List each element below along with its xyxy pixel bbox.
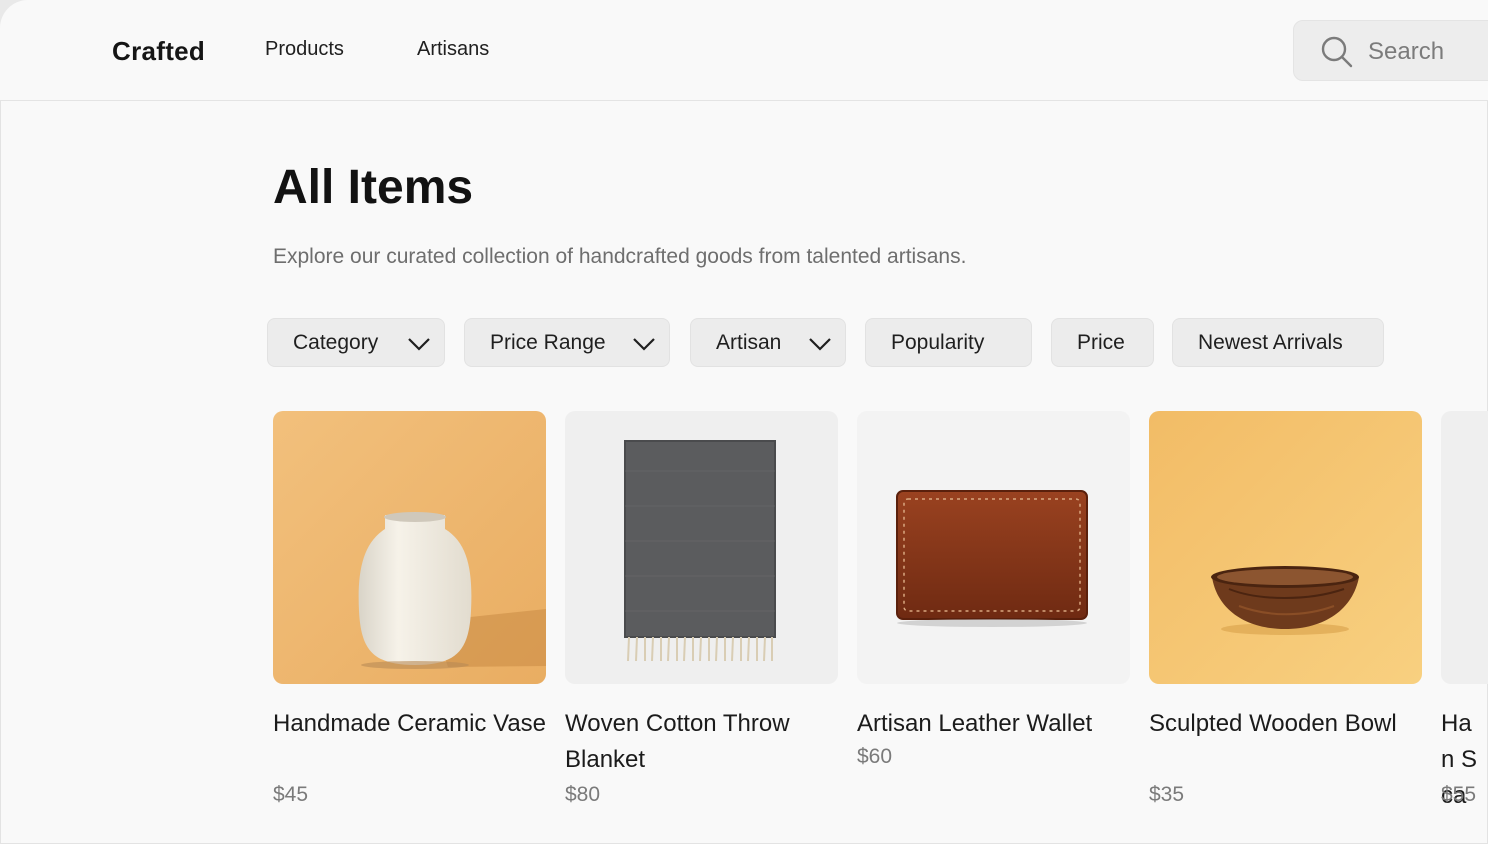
page-subtitle: Explore our curated collection of handcr… bbox=[273, 245, 967, 268]
product-name[interactable]: Woven Cotton Throw Blanket bbox=[565, 706, 845, 778]
sort-popularity[interactable]: Popularity bbox=[865, 318, 1032, 367]
product-name[interactable]: Handmade Ceramic Vase bbox=[273, 706, 553, 742]
vase-image[interactable] bbox=[273, 411, 546, 684]
brand-logo[interactable]: Crafted bbox=[112, 36, 205, 67]
blanket-image[interactable] bbox=[565, 411, 838, 684]
filter-price-range[interactable]: Price Range bbox=[464, 318, 670, 367]
product-price: $35 bbox=[1149, 783, 1185, 806]
product-card[interactable]: Han Sca $55 bbox=[1441, 411, 1488, 831]
product-price: $60 bbox=[857, 745, 893, 768]
filter-label: Price bbox=[1077, 331, 1125, 354]
top-navigation: Crafted Products Artisans Search bbox=[0, 0, 1488, 101]
sort-price[interactable]: Price bbox=[1051, 318, 1154, 367]
filter-label: Artisan bbox=[716, 331, 782, 354]
search-icon bbox=[1321, 36, 1353, 68]
bowl-image[interactable] bbox=[1149, 411, 1422, 684]
product-name[interactable]: Sculpted Wooden Bowl bbox=[1149, 706, 1429, 742]
chevron-down-icon bbox=[809, 338, 831, 351]
filter-label: Popularity bbox=[891, 331, 985, 354]
app-window: Crafted Products Artisans Search All Ite… bbox=[0, 0, 1488, 844]
scarf-image[interactable] bbox=[1441, 411, 1488, 684]
wallet-image[interactable] bbox=[857, 411, 1130, 684]
search-bar[interactable]: Search bbox=[1293, 20, 1488, 81]
product-name[interactable]: Artisan Leather Wallet bbox=[857, 706, 1137, 742]
search-placeholder: Search bbox=[1368, 38, 1445, 65]
filter-artisan[interactable]: Artisan bbox=[690, 318, 846, 367]
filter-category[interactable]: Category bbox=[267, 318, 445, 367]
nav-products[interactable]: Products bbox=[265, 38, 344, 61]
filter-label: Newest Arrivals bbox=[1198, 331, 1343, 354]
filter-label: Category bbox=[293, 331, 379, 354]
product-price: $55 bbox=[1441, 783, 1477, 806]
chevron-down-icon bbox=[633, 338, 655, 351]
product-price: $45 bbox=[273, 783, 309, 806]
filter-label: Price Range bbox=[490, 331, 606, 354]
page-title: All Items bbox=[273, 161, 474, 214]
product-price: $80 bbox=[565, 783, 601, 806]
nav-artisans[interactable]: Artisans bbox=[417, 38, 489, 61]
sort-newest-arrivals[interactable]: Newest Arrivals bbox=[1172, 318, 1384, 367]
chevron-down-icon bbox=[408, 338, 430, 351]
